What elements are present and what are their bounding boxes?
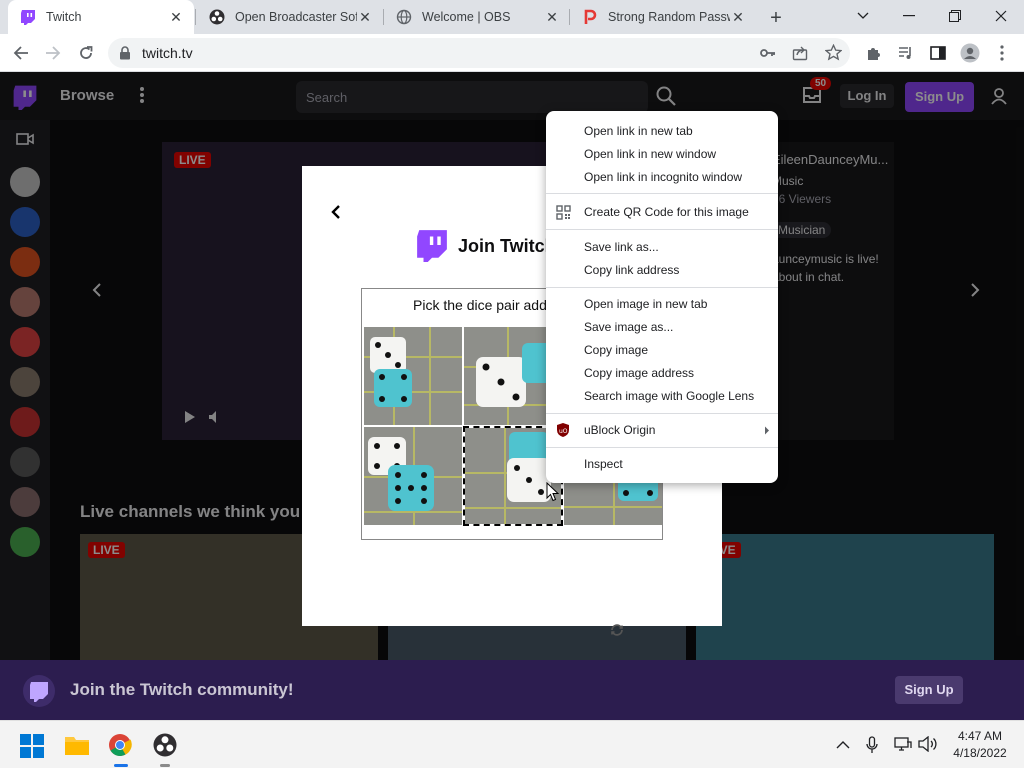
obs-running-indicator [160,764,170,767]
file-explorer-icon[interactable] [64,734,90,756]
tab-welcome-obs[interactable]: Welcome | OBS ✕ [384,0,570,34]
forward-arrow-icon[interactable] [41,41,65,65]
share-icon[interactable] [792,45,808,61]
chrome-active-indicator [114,764,128,767]
lock-icon[interactable] [119,46,131,60]
tab-obs-software[interactable]: Open Broadcaster Soft ✕ [197,0,383,34]
tab-title: Strong Random Passw [608,10,730,24]
menu-separator [546,447,778,448]
menu-item-open-link-new-tab[interactable]: Open link in new tab [546,120,778,143]
submenu-arrow-icon [764,426,770,435]
address-bar[interactable]: twitch.tv [108,38,850,68]
back-chevron-icon[interactable] [330,204,342,220]
menu-separator [546,287,778,288]
menu-item-copy-image[interactable]: Copy image [546,339,778,362]
menu-item-copy-image-address[interactable]: Copy image address [546,362,778,385]
join-community-banner: Join the Twitch community! Sign Up [0,660,1024,720]
menu-item-open-link-incognito[interactable]: Open link in incognito window [546,166,778,189]
tab-twitch[interactable]: Twitch ✕ [8,0,194,34]
tab-title: Open Broadcaster Soft [235,10,357,24]
modal-title: Join Twitch [458,236,556,256]
minimize-icon[interactable] [886,0,932,32]
bookmark-star-icon[interactable] [825,44,842,61]
tab-strip: Twitch ✕ Open Broadcaster Soft ✕ Welcome… [0,0,1024,34]
close-tab-icon[interactable]: ✕ [357,9,373,25]
obs-taskbar-icon[interactable] [153,733,177,757]
side-panel-icon[interactable] [926,41,950,65]
banner-signup-button[interactable]: Sign Up [895,676,963,704]
close-tab-icon[interactable]: ✕ [168,9,184,25]
tab-strong-random-password[interactable]: Strong Random Passw ✕ [570,0,756,34]
menu-item-save-image-as[interactable]: Save image as... [546,316,778,339]
menu-item-open-image-new-tab[interactable]: Open image in new tab [546,293,778,316]
browser-toolbar: twitch.tv [0,34,1024,72]
chrome-taskbar-icon[interactable] [108,733,132,757]
tab-divider [195,9,196,25]
context-menu: Open link in new tab Open link in new wi… [546,111,778,483]
captcha-image-tile[interactable] [364,327,462,425]
twitch-favicon-icon [20,9,36,25]
tab-title: Welcome | OBS [422,10,511,24]
menu-item-create-qr-code[interactable]: Create QR Code for this image [546,201,778,224]
volume-speaker-icon[interactable] [918,736,938,752]
close-tab-icon[interactable]: ✕ [730,9,746,25]
close-tab-icon[interactable]: ✕ [544,9,560,25]
menu-item-ublock-origin[interactable]: uBlock Origin [546,419,778,442]
media-controls-icon[interactable] [894,41,918,65]
join-community-text: Join the Twitch community! [70,680,294,699]
mouse-pointer-icon [546,482,560,502]
menu-item-save-link-as[interactable]: Save link as... [546,236,778,259]
menu-item-open-link-new-window[interactable]: Open link in new window [546,143,778,166]
captcha-image-tile[interactable] [364,427,462,525]
clock-date[interactable]: 4/18/2022 [950,746,1010,760]
back-arrow-icon[interactable] [9,41,33,65]
new-tab-icon[interactable]: + [765,7,787,29]
network-icon[interactable] [894,736,912,752]
twitch-logo-icon [415,226,449,264]
menu-item-inspect[interactable]: Inspect [546,453,778,476]
menu-item-copy-link-address[interactable]: Copy link address [546,259,778,282]
windows-start-icon[interactable] [20,734,44,758]
twitch-page: Browse Search 50 Log In Sign Up LIVE Eil… [0,72,1024,720]
obs-favicon-icon [209,9,225,25]
microphone-icon[interactable] [866,736,878,754]
profile-avatar-icon[interactable] [958,41,982,65]
key-icon[interactable] [760,46,776,60]
url-text: twitch.tv [142,45,193,61]
restore-icon[interactable] [932,0,978,32]
system-tray-chevron-icon[interactable] [836,740,850,749]
menu-item-search-google-lens[interactable]: Search image with Google Lens [546,385,778,408]
glitch-icon [22,674,56,708]
tab-search-chevron-icon[interactable] [840,0,886,32]
reload-icon[interactable] [74,41,98,65]
refresh-captcha-icon[interactable] [610,623,624,637]
extensions-puzzle-icon[interactable] [862,41,886,65]
menu-separator [546,193,778,194]
menu-separator [546,229,778,230]
close-window-icon[interactable] [978,0,1024,32]
captcha-prompt: Pick the dice pair add [413,297,547,313]
clock-time[interactable]: 4:47 AM [950,729,1010,743]
chrome-menu-kebab-icon[interactable] [990,41,1014,65]
globe-icon [396,9,412,25]
password-favicon-icon [582,9,598,25]
tab-title: Twitch [46,10,82,24]
windows-taskbar: 4:47 AM 4/18/2022 [0,720,1024,768]
menu-separator [546,413,778,414]
